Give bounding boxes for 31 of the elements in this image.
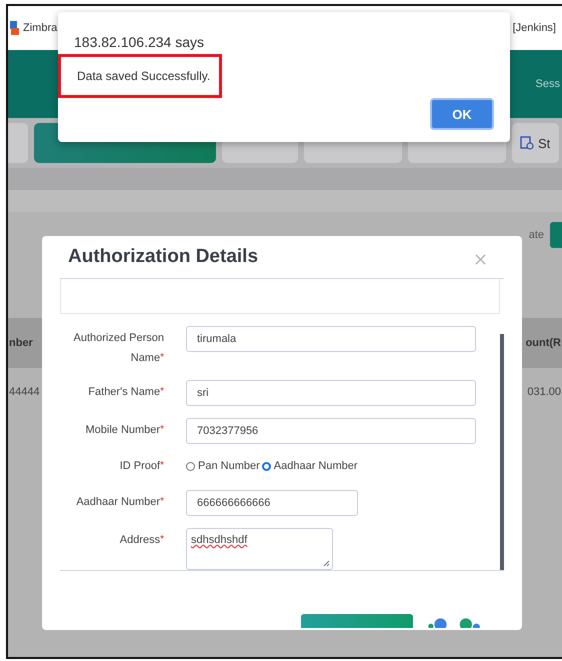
input-field[interactable]: tirumala — [186, 326, 476, 352]
radio-option[interactable]: Pan Number — [186, 460, 260, 472]
action-label: ate — [528, 229, 544, 241]
column-header: ount(R — [526, 337, 561, 349]
table-cell: 031.00 — [527, 386, 561, 398]
scrollbar[interactable] — [500, 334, 504, 570]
column-header: nber — [9, 337, 33, 349]
field-label: Address* — [118, 533, 164, 548]
address-field[interactable]: sdhsdhshdf — [186, 528, 333, 570]
alert-title: 183.82.106.234 says — [73, 33, 205, 50]
document-icon — [520, 136, 534, 150]
close-icon[interactable] — [475, 254, 486, 264]
input-field[interactable]: sri — [186, 380, 476, 406]
browser-tab-title[interactable]: Zimbra — [23, 22, 58, 34]
modal-title: Authorization Details — [67, 246, 258, 268]
field-label: Mobile Number* — [84, 423, 164, 438]
input-field[interactable]: 666666666666 — [186, 490, 358, 516]
field-label: Father's Name* — [87, 385, 164, 400]
field-label: Authorized Person Name* — [72, 331, 164, 366]
field-label: Aadhaar Number* — [75, 495, 164, 510]
browser-tab-title[interactable]: [Jenkins] — [512, 22, 556, 34]
input-field[interactable]: 7032377956 — [186, 418, 476, 444]
nav-tab[interactable]: St — [512, 123, 559, 163]
browser-tab-icon — [10, 21, 20, 35]
session-label: Sess — [536, 78, 560, 90]
field-label: ID Proof* — [118, 459, 164, 474]
ok-button[interactable]: OK — [430, 98, 494, 130]
alert-message: Data saved Successfully. — [58, 54, 222, 98]
resize-grip-icon[interactable] — [322, 559, 330, 567]
table-cell: 44444 — [9, 386, 40, 398]
radio-option[interactable]: Aadhaar Number — [262, 460, 358, 472]
